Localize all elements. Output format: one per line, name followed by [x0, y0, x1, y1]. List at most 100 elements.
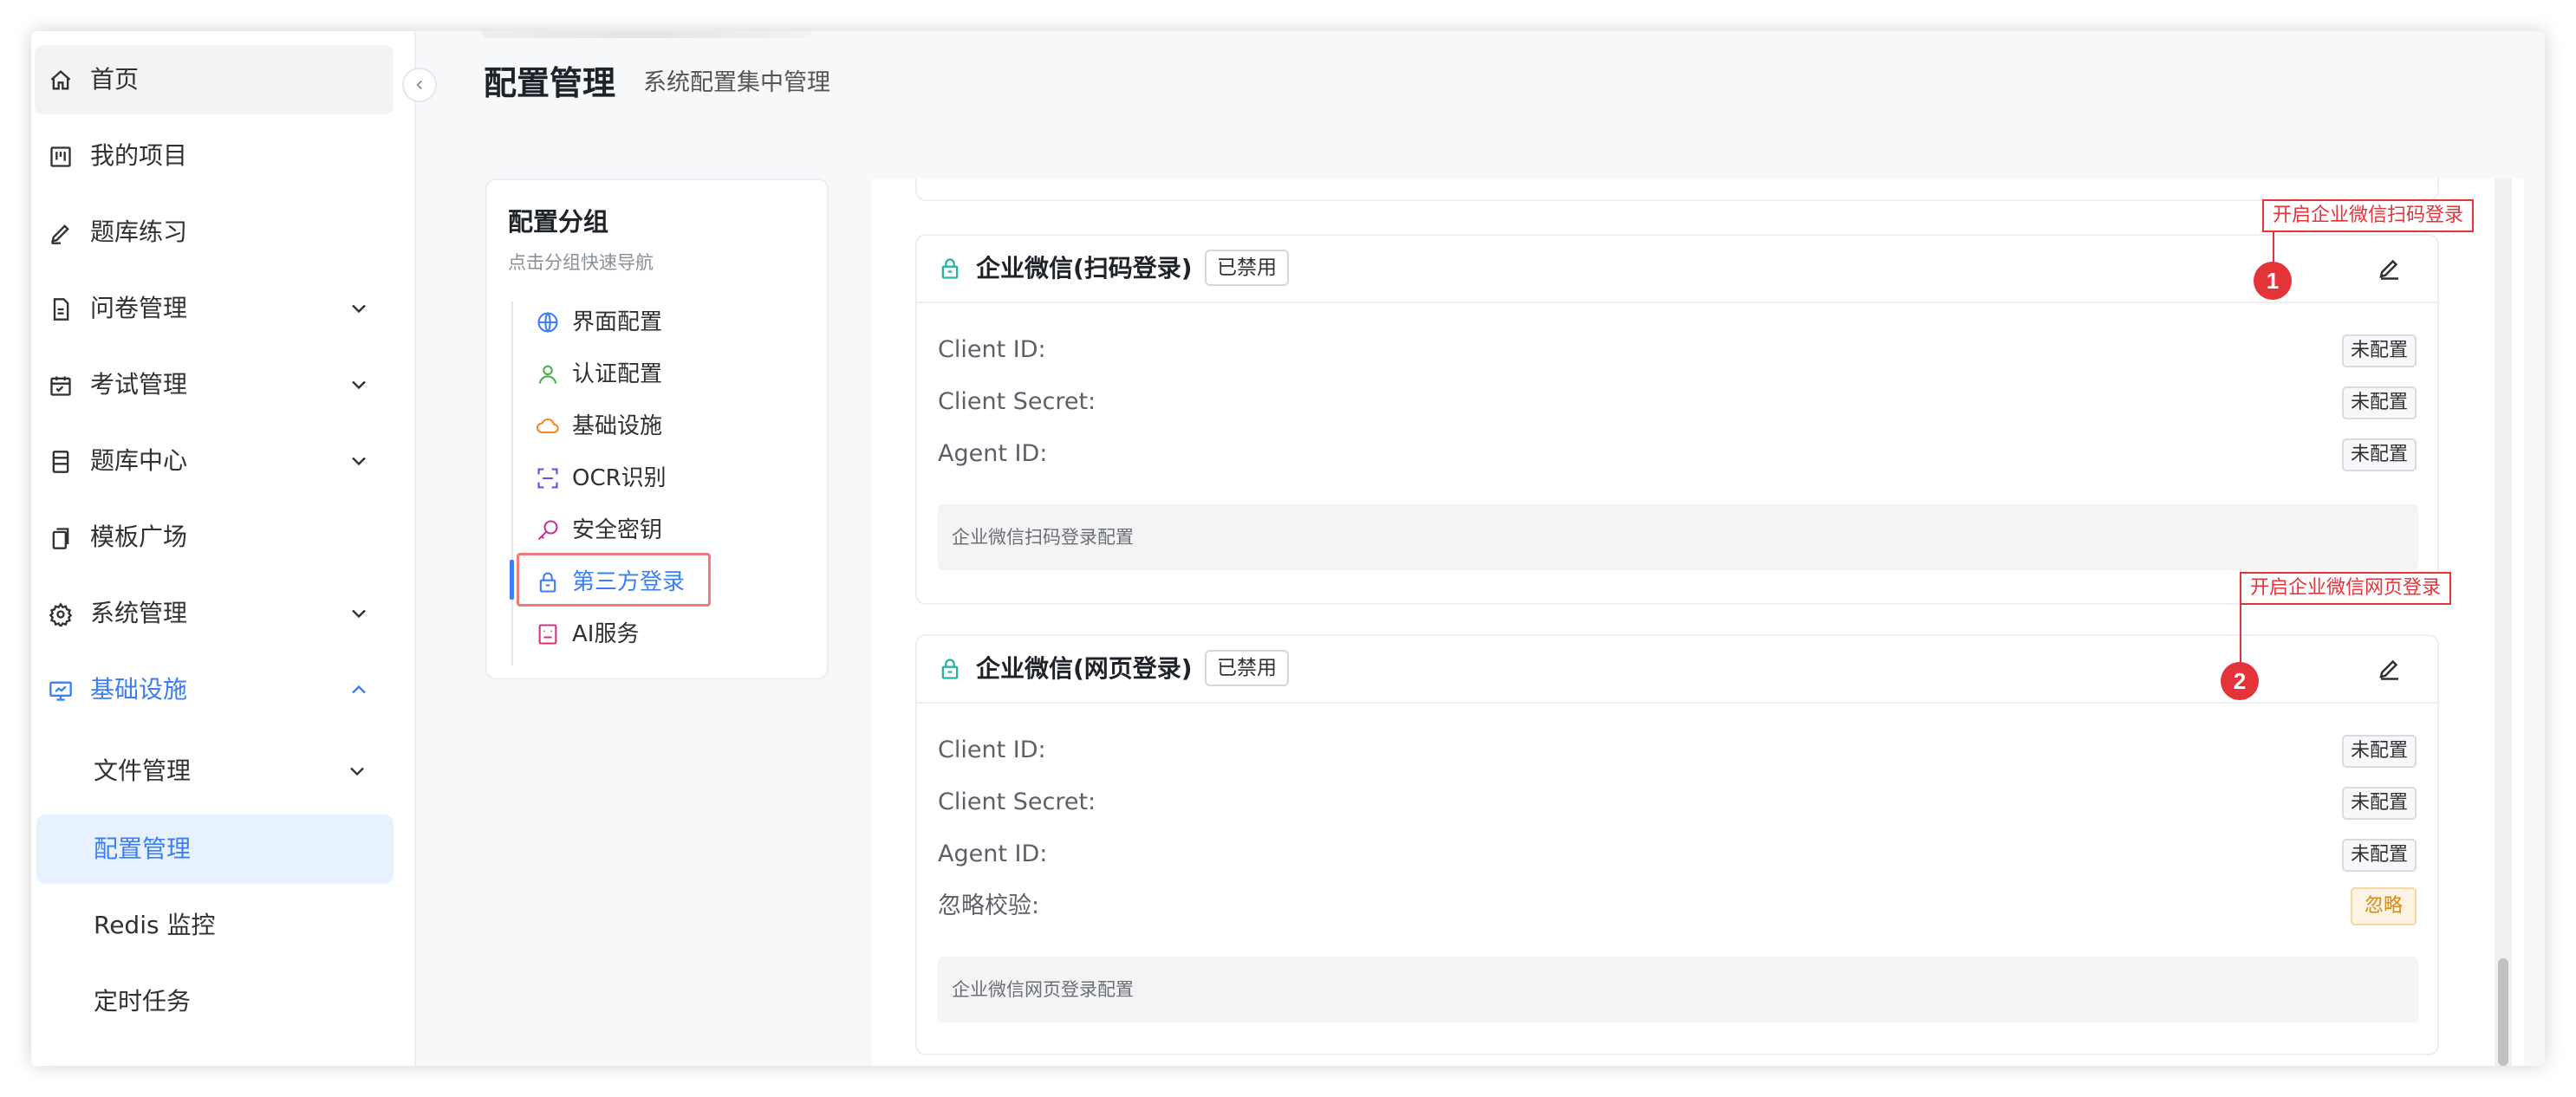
- chevron-up-icon: [352, 685, 366, 694]
- sidebar-item-label: 题库中心: [90, 446, 188, 475]
- sidebar-collapse-button[interactable]: [402, 68, 437, 102]
- card-header: 企业微信(扫码登录) 已禁用: [917, 236, 2437, 303]
- sidebar-subitem-redis-monitor[interactable]: Redis 监控: [36, 891, 394, 960]
- top-tab-shadow: [482, 31, 811, 38]
- group-item-label: 安全密钥: [572, 517, 663, 543]
- robot-icon: [538, 624, 557, 645]
- calendar-icon: [50, 376, 71, 396]
- board-icon: [50, 146, 71, 167]
- sidebar-item-my-projects[interactable]: 我的项目: [35, 121, 394, 191]
- sidebar-item-label: 首页: [90, 65, 140, 94]
- field-label: Agent ID:: [938, 841, 1048, 867]
- sidebar: 首页 我的项目 题库练习 问卷管理 考试管理 题库中心 模板广场 系统管理 基础…: [31, 31, 416, 1066]
- sidebar-item-survey[interactable]: 问卷管理: [35, 274, 394, 343]
- card-title: 企业微信(网页登录): [976, 654, 1193, 683]
- sidebar-item-label: 基础设施: [90, 675, 188, 704]
- group-item-label: AI服务: [572, 621, 640, 647]
- key-icon: [537, 520, 558, 541]
- sidebar-subitem-label: 配置管理: [94, 834, 192, 863]
- edit-icon[interactable]: [2377, 255, 2403, 281]
- group-item-label: 基础设施: [572, 413, 663, 439]
- lock-icon: [941, 659, 959, 679]
- sidebar-item-question-practice[interactable]: 题库练习: [35, 198, 394, 267]
- lock-icon: [941, 258, 959, 279]
- group-item-label: OCR识别: [572, 465, 667, 491]
- annotation-marker-2: 2: [2221, 662, 2259, 700]
- config-card-wecom-qr-login: 企业微信(扫码登录) 已禁用 Client ID: 未配置 Client Sec…: [915, 234, 2439, 605]
- sidebar-item-template-square[interactable]: 模板广场: [35, 503, 394, 572]
- group-panel-hint: 点击分组快速导航: [508, 252, 654, 273]
- card-description: 企业微信扫码登录配置: [938, 504, 2418, 570]
- page-title: 配置管理: [484, 64, 616, 102]
- annotation-label-2: 开启企业微信网页登录: [2240, 572, 2452, 605]
- chevron-down-icon: [352, 380, 366, 390]
- card-title: 企业微信(扫码登录): [976, 254, 1193, 282]
- database-icon: [52, 451, 69, 473]
- scrollbar-thumb[interactable]: [2498, 958, 2508, 1066]
- group-item-label: 界面配置: [572, 309, 663, 335]
- home-icon: [50, 69, 71, 90]
- sidebar-item-label: 考试管理: [90, 370, 188, 399]
- status-badge: 已禁用: [1205, 650, 1289, 686]
- group-item-label: 认证配置: [572, 361, 663, 387]
- scan-icon: [537, 468, 558, 489]
- pen-icon: [51, 224, 69, 244]
- annotation-marker-1: 1: [2254, 262, 2292, 300]
- sidebar-item-exam[interactable]: 考试管理: [35, 350, 394, 419]
- sidebar-subitem-label: 文件管理: [94, 756, 192, 785]
- chevron-down-icon: [352, 457, 366, 466]
- sidebar-subitem-label: 定时任务: [94, 987, 192, 1016]
- chevron-down-icon: [350, 767, 364, 776]
- sidebar-subitem-config-management[interactable]: 配置管理: [36, 815, 394, 884]
- copy-icon: [52, 528, 69, 549]
- value-tag: 未配置: [2341, 334, 2417, 367]
- sidebar-item-infrastructure[interactable]: 基础设施: [35, 655, 394, 724]
- sidebar-item-system[interactable]: 系统管理: [35, 579, 394, 648]
- config-content-area: 企业微信(扫码登录) 已禁用 Client ID: 未配置 Client Sec…: [872, 179, 2524, 1066]
- config-card-wecom-web-login: 企业微信(网页登录) 已禁用 Client ID: 未配置 Client Sec…: [915, 634, 2439, 1055]
- field-label: Client ID:: [938, 737, 1046, 763]
- app-window: 首页 我的项目 题库练习 问卷管理 考试管理 题库中心 模板广场 系统管理 基础…: [31, 31, 2545, 1066]
- value-tag: 未配置: [2341, 438, 2417, 471]
- edit-icon[interactable]: [2377, 655, 2403, 681]
- chevron-down-icon: [352, 304, 366, 314]
- sidebar-item-home[interactable]: 首页: [35, 45, 394, 114]
- card-description: 企业微信网页登录配置: [938, 957, 2418, 1022]
- highlight-box-third-party-login: [517, 553, 711, 607]
- field-label: Client Secret:: [938, 789, 1096, 815]
- scrollbar-track[interactable]: [2495, 179, 2512, 1066]
- status-badge: 已禁用: [1205, 250, 1289, 286]
- sidebar-item-question-center[interactable]: 题库中心: [35, 426, 394, 496]
- annotation-label-1: 开启企业微信扫码登录: [2262, 199, 2475, 232]
- group-nav-active-indicator: [510, 560, 514, 600]
- chevron-left-icon: [416, 80, 422, 90]
- sidebar-item-label: 我的项目: [90, 141, 188, 170]
- ignore-tag: 忽略: [2350, 887, 2417, 925]
- field-label: Client ID:: [938, 336, 1046, 363]
- value-tag: 未配置: [2341, 386, 2417, 419]
- value-tag: 未配置: [2341, 735, 2417, 768]
- gear-icon: [49, 602, 73, 626]
- field-label: Agent ID:: [938, 440, 1048, 467]
- field-label: Client Secret:: [938, 388, 1096, 415]
- sidebar-item-label: 问卷管理: [90, 294, 188, 322]
- sidebar-subitem-scheduled-tasks[interactable]: 定时任务: [36, 967, 394, 1036]
- sidebar-subitem-label: Redis 监控: [94, 911, 216, 939]
- monitor-icon: [49, 681, 72, 701]
- user-icon: [538, 365, 557, 384]
- group-nav-track: [511, 302, 513, 665]
- field-label: 忽略校验:: [938, 893, 1040, 919]
- globe-icon: [537, 312, 558, 333]
- annotation-line-1: [2273, 230, 2274, 265]
- chevron-down-icon: [352, 609, 366, 619]
- sidebar-item-label: 系统管理: [90, 599, 188, 627]
- value-tag: 未配置: [2341, 787, 2417, 820]
- annotation-line-2: [2240, 603, 2241, 665]
- sidebar-item-label: 模板广场: [90, 523, 188, 551]
- document-icon: [53, 298, 69, 321]
- card-header: 企业微信(网页登录) 已禁用: [917, 636, 2437, 704]
- sidebar-subitem-file-management[interactable]: 文件管理: [36, 737, 394, 806]
- cloud-icon: [537, 418, 559, 434]
- group-panel-title: 配置分组: [508, 207, 609, 237]
- page-subtitle: 系统配置集中管理: [643, 69, 830, 96]
